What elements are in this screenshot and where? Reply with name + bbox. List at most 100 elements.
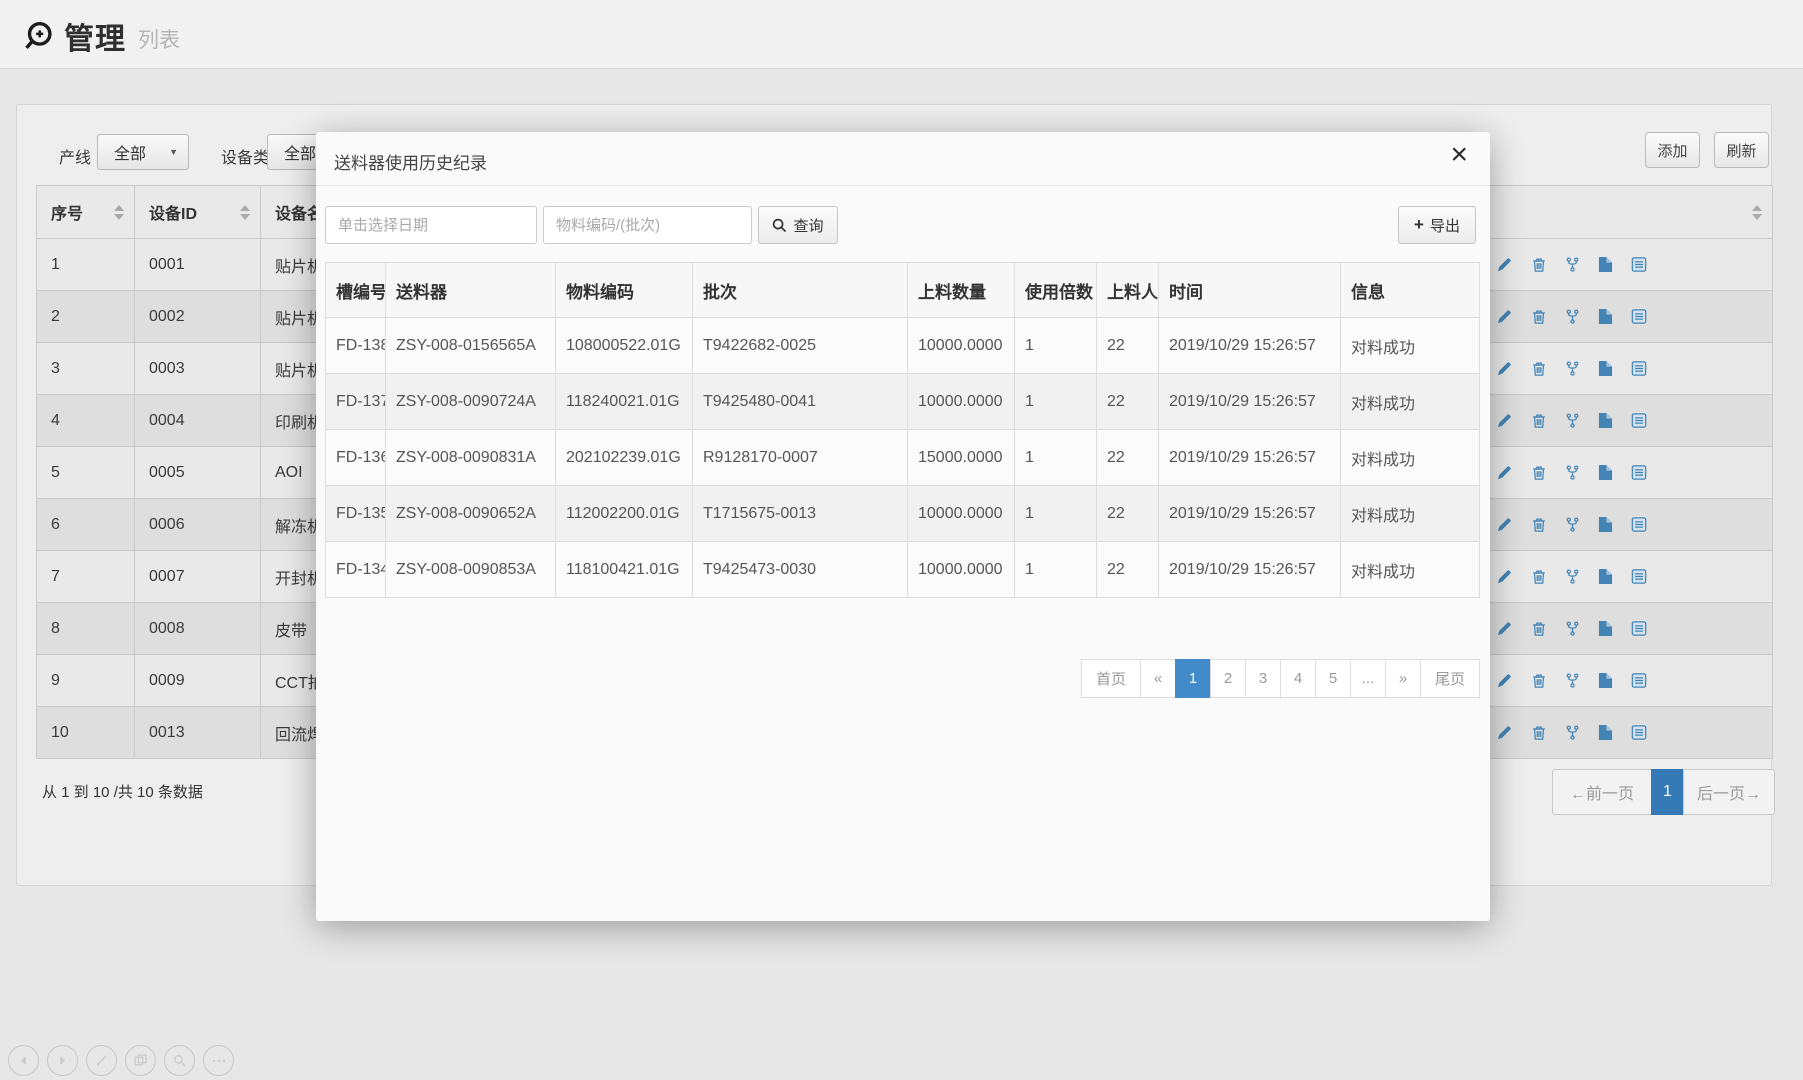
feeder-history-table: 槽编号 送料器 物料编码 批次 上料数量 使用倍数 上料人 时间 信息 FD-1…: [325, 262, 1480, 598]
detail-icon[interactable]: [1631, 308, 1647, 325]
page-button-2[interactable]: 2: [1210, 659, 1246, 698]
fork-icon[interactable]: [1565, 464, 1580, 481]
detail-icon[interactable]: [1631, 620, 1647, 637]
annotation-toolbar: [8, 1045, 234, 1076]
file-icon[interactable]: [1598, 464, 1613, 481]
search-icon: [772, 218, 787, 233]
delete-icon[interactable]: [1531, 672, 1547, 689]
delete-icon[interactable]: [1531, 724, 1547, 741]
fork-icon[interactable]: [1565, 672, 1580, 689]
fork-icon[interactable]: [1565, 360, 1580, 377]
fork-icon[interactable]: [1565, 620, 1580, 637]
history-row[interactable]: FD-134 ZSY-008-0090853A 118100421.01G T9…: [326, 542, 1479, 598]
device-type-value: 全部: [284, 140, 316, 164]
next-page-button[interactable]: 后一页→: [1683, 769, 1775, 815]
delete-icon[interactable]: [1531, 256, 1547, 273]
production-line-select[interactable]: 全部 ▼: [97, 134, 189, 170]
file-icon[interactable]: [1598, 568, 1613, 585]
edit-icon[interactable]: [1496, 412, 1513, 429]
back-icon[interactable]: [8, 1045, 39, 1076]
page-button-5[interactable]: 5: [1315, 659, 1351, 698]
file-icon[interactable]: [1598, 256, 1613, 273]
column-header-device-id[interactable]: 设备ID: [135, 186, 261, 238]
export-button[interactable]: + 导出: [1398, 206, 1476, 244]
detail-icon[interactable]: [1631, 412, 1647, 429]
last-page-button[interactable]: 尾页: [1420, 659, 1480, 698]
fork-icon[interactable]: [1565, 308, 1580, 325]
file-icon[interactable]: [1598, 308, 1613, 325]
more-icon[interactable]: [203, 1045, 234, 1076]
prev-page-button[interactable]: ←前一页: [1552, 769, 1652, 815]
next-page-button[interactable]: »: [1385, 659, 1421, 698]
fork-icon[interactable]: [1565, 256, 1580, 273]
history-row[interactable]: FD-138 ZSY-008-0156565A 108000522.01G T9…: [326, 318, 1479, 374]
production-line-label: 产线: [59, 144, 91, 168]
delete-icon[interactable]: [1531, 412, 1547, 429]
delete-icon[interactable]: [1531, 620, 1547, 637]
fork-icon[interactable]: [1565, 568, 1580, 585]
forward-icon[interactable]: [47, 1045, 78, 1076]
history-row[interactable]: FD-135 ZSY-008-0090652A 112002200.01G T1…: [326, 486, 1479, 542]
refresh-button[interactable]: 刷新: [1714, 132, 1769, 168]
edit-icon[interactable]: [1496, 672, 1513, 689]
page-button-1[interactable]: 1: [1175, 659, 1211, 698]
page-subtitle: 列表: [138, 18, 180, 54]
row-actions: [1480, 291, 1772, 342]
edit-icon[interactable]: [1496, 724, 1513, 741]
date-input[interactable]: [325, 206, 537, 244]
delete-icon[interactable]: [1531, 308, 1547, 325]
edit-icon[interactable]: [1496, 516, 1513, 533]
modal-title-divider: [316, 185, 1490, 186]
first-page-button[interactable]: 首页: [1081, 659, 1141, 698]
file-icon[interactable]: [1598, 516, 1613, 533]
add-button[interactable]: 添加: [1645, 132, 1700, 168]
material-code-input[interactable]: [543, 206, 752, 244]
query-button[interactable]: 查询: [758, 206, 838, 244]
file-icon[interactable]: [1598, 360, 1613, 377]
edit-icon[interactable]: [1496, 464, 1513, 481]
edit-icon[interactable]: [1496, 568, 1513, 585]
prev-page-button[interactable]: «: [1140, 659, 1176, 698]
detail-icon[interactable]: [1631, 256, 1647, 273]
close-icon[interactable]: ×: [1450, 140, 1468, 170]
edit-icon[interactable]: [1496, 360, 1513, 377]
column-header-no[interactable]: 序号: [37, 186, 135, 238]
file-icon[interactable]: [1598, 672, 1613, 689]
zoom-icon[interactable]: [164, 1045, 195, 1076]
plus-icon: +: [1414, 215, 1424, 235]
production-line-value: 全部: [114, 140, 146, 164]
history-row[interactable]: FD-136 ZSY-008-0090831A 202102239.01G R9…: [326, 430, 1479, 486]
detail-icon[interactable]: [1631, 516, 1647, 533]
delete-icon[interactable]: [1531, 360, 1547, 377]
current-page-button[interactable]: 1: [1651, 769, 1684, 815]
file-icon[interactable]: [1598, 724, 1613, 741]
file-icon[interactable]: [1598, 412, 1613, 429]
history-row[interactable]: FD-137 ZSY-008-0090724A 118240021.01G T9…: [326, 374, 1479, 430]
page-title: 管理: [64, 14, 126, 58]
edit-icon[interactable]: [1496, 308, 1513, 325]
pen-icon[interactable]: [86, 1045, 117, 1076]
column-header-operations[interactable]: [1480, 186, 1772, 238]
delete-icon[interactable]: [1531, 516, 1547, 533]
delete-icon[interactable]: [1531, 568, 1547, 585]
sort-carets-icon: [114, 205, 124, 220]
ellipsis-page-button[interactable]: ...: [1350, 659, 1386, 698]
delete-icon[interactable]: [1531, 464, 1547, 481]
edit-icon[interactable]: [1496, 620, 1513, 637]
detail-icon[interactable]: [1631, 672, 1647, 689]
edit-icon[interactable]: [1496, 256, 1513, 273]
file-icon[interactable]: [1598, 620, 1613, 637]
row-actions: [1480, 447, 1772, 498]
feeder-history-modal: 送料器使用历史纪录 × 查询 + 导出 槽编号 送料器 物料编码 批次 上料数量…: [316, 132, 1490, 921]
fork-icon[interactable]: [1565, 516, 1580, 533]
fork-icon[interactable]: [1565, 412, 1580, 429]
detail-icon[interactable]: [1631, 464, 1647, 481]
page-button-3[interactable]: 3: [1245, 659, 1281, 698]
detail-icon[interactable]: [1631, 568, 1647, 585]
windows-icon[interactable]: [125, 1045, 156, 1076]
table-summary: 从 1 到 10 /共 10 条数据: [42, 781, 203, 802]
page-button-4[interactable]: 4: [1280, 659, 1316, 698]
detail-icon[interactable]: [1631, 360, 1647, 377]
fork-icon[interactable]: [1565, 724, 1580, 741]
detail-icon[interactable]: [1631, 724, 1647, 741]
